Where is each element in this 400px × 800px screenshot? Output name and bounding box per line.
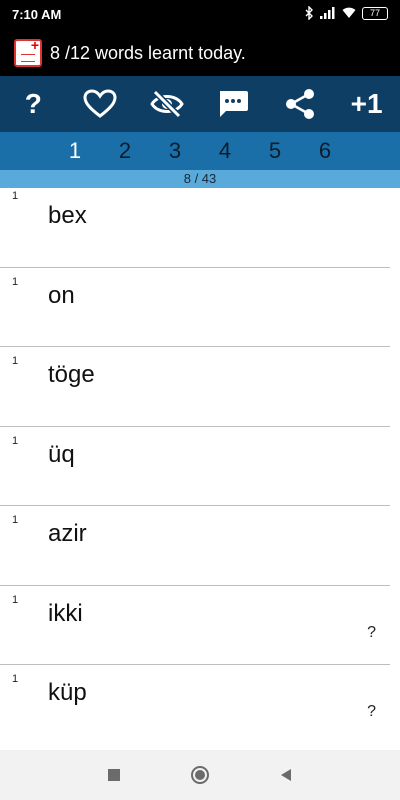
comment-icon [220, 91, 249, 117]
app-header: 8 /12 words learnt today. [0, 30, 400, 76]
hide-button[interactable] [143, 80, 191, 128]
unknown-mark[interactable]: ? [367, 703, 376, 721]
level-tabs: 1 2 3 4 5 6 [0, 132, 400, 170]
toolbar: ? +1 [0, 76, 400, 132]
status-icons: 77 [304, 6, 388, 20]
word-text: töge [48, 361, 95, 388]
app-logo-icon [14, 37, 42, 67]
word-count: 1 [12, 673, 19, 685]
word-count: 1 [12, 355, 19, 367]
list-item[interactable]: 1 on [0, 268, 390, 347]
word-text: azir [48, 520, 87, 547]
tab-2[interactable]: 2 [100, 132, 150, 170]
battery-icon: 77 [362, 6, 388, 20]
eye-off-icon [149, 89, 184, 119]
list-item[interactable]: 1 üq [0, 427, 390, 506]
square-icon [108, 769, 120, 781]
word-list: 1 bex 1 on 1 töge 1 üq 1 azir 1 ikki ? 1… [0, 188, 400, 745]
circle-icon [191, 766, 209, 784]
signal-icon [320, 7, 335, 19]
list-item[interactable]: 1 ikki ? [0, 586, 390, 665]
word-count: 1 [12, 434, 19, 447]
comment-button[interactable] [209, 80, 257, 128]
word-text: üq [48, 440, 75, 468]
progress-indicator: 8 / 43 [0, 170, 400, 188]
word-text: bex [48, 202, 87, 229]
back-triangle-icon [281, 769, 291, 781]
word-text: ikki [48, 599, 83, 627]
word-text: küp [48, 679, 87, 706]
word-text: on [48, 281, 75, 309]
word-count: 1 [12, 190, 19, 202]
status-bar: 7:10 AM 77 [0, 0, 400, 30]
favorite-button[interactable] [76, 80, 124, 128]
help-button[interactable]: ? [9, 80, 57, 128]
wifi-icon [342, 7, 356, 18]
share-icon [285, 89, 314, 119]
recents-button[interactable] [102, 763, 126, 787]
bluetooth-icon [305, 6, 313, 20]
tab-4[interactable]: 4 [200, 132, 250, 170]
share-button[interactable] [276, 80, 324, 128]
tab-3[interactable]: 3 [150, 132, 200, 170]
plus-one-button[interactable]: +1 [343, 80, 391, 128]
heart-icon [83, 89, 117, 118]
system-nav-bar [0, 750, 400, 800]
tab-6[interactable]: 6 [300, 132, 350, 170]
list-item[interactable]: 1 küp ? [0, 665, 390, 745]
list-item[interactable]: 1 azir [0, 506, 390, 586]
home-button[interactable] [188, 763, 212, 787]
word-count: 1 [12, 593, 19, 606]
word-count: 1 [12, 275, 19, 288]
back-button[interactable] [274, 763, 298, 787]
tab-5[interactable]: 5 [250, 132, 300, 170]
word-count: 1 [12, 514, 19, 526]
status-time: 7:10 AM [12, 7, 62, 22]
list-item[interactable]: 1 bex [0, 188, 390, 268]
list-item[interactable]: 1 töge [0, 347, 390, 427]
unknown-mark[interactable]: ? [367, 624, 376, 642]
page-title: 8 /12 words learnt today. [50, 43, 246, 63]
tab-1[interactable]: 1 [50, 132, 100, 170]
